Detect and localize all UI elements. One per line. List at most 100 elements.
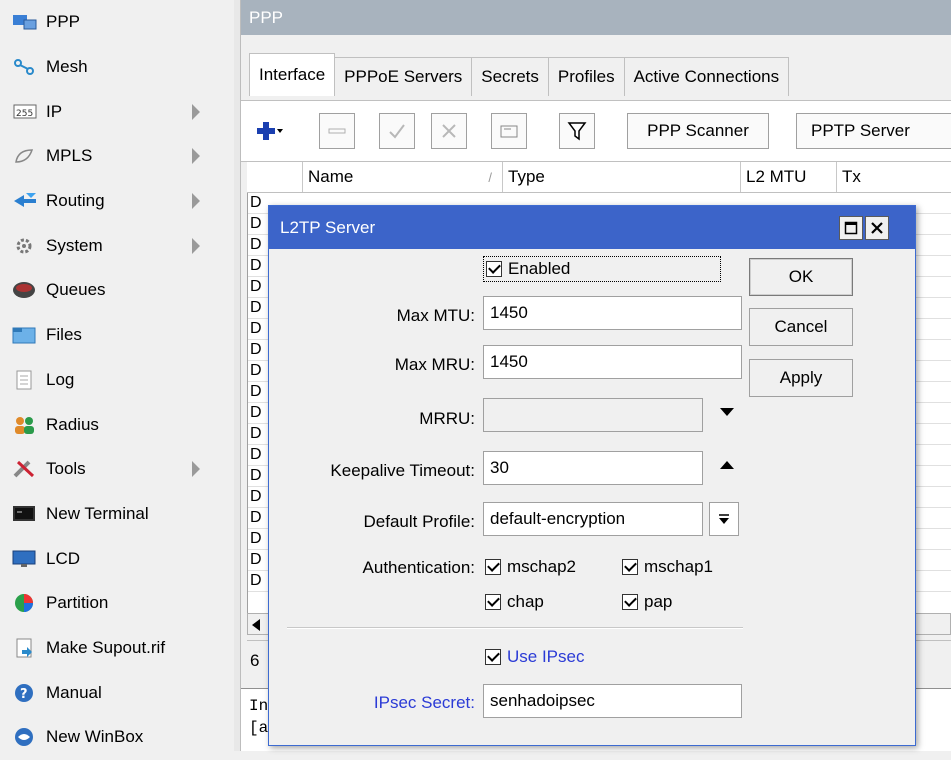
partition-icon (12, 592, 38, 614)
mpls-icon (12, 145, 38, 167)
ppp-toolbar: PPP Scanner PPTP Server (241, 100, 951, 162)
radius-icon (12, 414, 38, 436)
auth-chap-label: chap (507, 592, 544, 611)
row-flag: D (250, 194, 262, 211)
sidebar-item-mpls[interactable]: MPLS (0, 134, 234, 179)
auth-chap-checkbox[interactable]: chap (485, 592, 544, 612)
enabled-label: Enabled (508, 259, 571, 278)
auth-pap-checkbox[interactable]: pap (622, 592, 672, 612)
mrru-input[interactable] (483, 398, 703, 432)
tab-profiles[interactable]: Profiles (547, 57, 625, 96)
separator (287, 627, 743, 629)
sidebar-item-label: Partition (46, 593, 109, 613)
ok-button[interactable]: OK (749, 258, 853, 296)
row-flag: D (250, 299, 262, 316)
manual-icon: ? (12, 682, 38, 704)
l2tp-server-dialog: L2TP Server Enabled Max MTU: 1450 Max MR… (268, 205, 916, 746)
column-l2-mtu[interactable]: L2 MTU (741, 162, 837, 192)
submenu-arrow-icon (192, 461, 200, 478)
scroll-left-icon[interactable] (252, 619, 260, 631)
row-flag: D (250, 383, 262, 400)
column-name[interactable]: Name / (303, 162, 503, 192)
sort-indicator-icon: / (488, 169, 492, 185)
disable-button[interactable] (431, 113, 467, 149)
sidebar-item-label: MPLS (46, 146, 93, 166)
enabled-checkbox[interactable]: Enabled (483, 256, 722, 282)
row-flag: D (250, 362, 262, 379)
maximize-icon (844, 221, 858, 235)
keepalive-timeout-input[interactable]: 30 (483, 451, 703, 485)
sidebar-item-label: Files (46, 325, 82, 345)
svg-text:?: ? (20, 687, 28, 702)
terminal-icon (12, 503, 38, 525)
close-button[interactable] (865, 216, 889, 240)
apply-button[interactable]: Apply (749, 359, 853, 397)
sidebar-item-label: Queues (46, 280, 106, 300)
column-name-label: Name (308, 167, 354, 186)
sidebar-item-new-winbox[interactable]: New WinBox (0, 715, 234, 760)
sidebar-item-radius[interactable]: Radius (0, 402, 234, 447)
sidebar-item-routing[interactable]: Routing (0, 179, 234, 224)
mschap2-check-icon (485, 559, 501, 575)
ppp-tabs: Interface PPPoE Servers Secrets Profiles… (249, 53, 790, 96)
row-flag: D (250, 341, 262, 358)
default-profile-label: Default Profile: (363, 512, 476, 531)
pptp-server-button[interactable]: PPTP Server (796, 113, 951, 149)
tab-active-connections[interactable]: Active Connections (623, 57, 790, 96)
column-type[interactable]: Type (503, 162, 741, 192)
ipsec-secret-label: IPsec Secret: (373, 693, 475, 712)
default-profile-dropdown-button[interactable] (709, 502, 739, 536)
sidebar-item-label: Manual (46, 682, 102, 702)
log-icon (12, 369, 38, 391)
chap-check-icon (485, 594, 501, 610)
auth-mschap2-checkbox[interactable]: mschap2 (485, 557, 576, 577)
mschap1-check-icon (622, 559, 638, 575)
sidebar-item-ip[interactable]: 255 IP (0, 89, 234, 134)
mrru-expand-icon[interactable] (720, 408, 734, 416)
sidebar-item-lcd[interactable]: LCD (0, 536, 234, 581)
row-flag: D (250, 404, 262, 421)
sidebar-item-manual[interactable]: ? Manual (0, 670, 234, 715)
comment-button[interactable] (491, 113, 527, 149)
sidebar-item-partition[interactable]: Partition (0, 581, 234, 626)
use-ipsec-check-icon (485, 649, 501, 665)
enable-button[interactable] (379, 113, 415, 149)
sidebar-item-log[interactable]: Log (0, 358, 234, 403)
ppp-scanner-button[interactable]: PPP Scanner (627, 113, 769, 149)
filter-button[interactable] (559, 113, 595, 149)
keepalive-collapse-icon[interactable] (720, 461, 734, 469)
max-mtu-input[interactable]: 1450 (483, 296, 742, 330)
row-flag: D (250, 215, 262, 232)
sidebar-item-new-terminal[interactable]: New Terminal (0, 492, 234, 537)
max-mru-input[interactable]: 1450 (483, 345, 742, 379)
sidebar-item-make-supout-rif[interactable]: Make Supout.rif (0, 626, 234, 671)
tab-pppoe-servers[interactable]: PPPoE Servers (334, 57, 473, 96)
default-profile-select[interactable]: default-encryption (483, 502, 703, 536)
sidebar-item-tools[interactable]: Tools (0, 447, 234, 492)
sidebar-item-queues[interactable]: Queues (0, 268, 234, 313)
row-flag: D (250, 446, 262, 463)
sidebar-item-label: Radius (46, 414, 99, 434)
sidebar-item-mesh[interactable]: Mesh (0, 45, 234, 90)
ipsec-secret-input[interactable]: senhadoipsec (483, 684, 742, 718)
use-ipsec-checkbox[interactable]: Use IPsec (485, 647, 584, 667)
auth-mschap1-checkbox[interactable]: mschap1 (622, 557, 713, 577)
sidebar-item-label: Log (46, 369, 75, 389)
queues-icon (12, 279, 38, 301)
row-marker-column (247, 162, 303, 192)
ip-icon: 255 (12, 101, 38, 123)
remove-button[interactable] (319, 113, 355, 149)
add-button[interactable] (247, 113, 287, 149)
maximize-button[interactable] (839, 216, 863, 240)
tab-secrets[interactable]: Secrets (471, 57, 549, 96)
cancel-button[interactable]: Cancel (749, 308, 853, 346)
sidebar-item-ppp[interactable]: PPP (0, 0, 234, 45)
row-flag: D (250, 236, 262, 253)
auth-mschap2-label: mschap2 (507, 557, 576, 576)
ppp-window-title-text: PPP (249, 7, 284, 27)
sidebar-item-files[interactable]: Files (0, 313, 234, 358)
submenu-arrow-icon (192, 237, 200, 254)
tab-interface[interactable]: Interface (249, 53, 336, 96)
column-tx[interactable]: Tx (837, 162, 951, 192)
sidebar-item-system[interactable]: System (0, 223, 234, 268)
